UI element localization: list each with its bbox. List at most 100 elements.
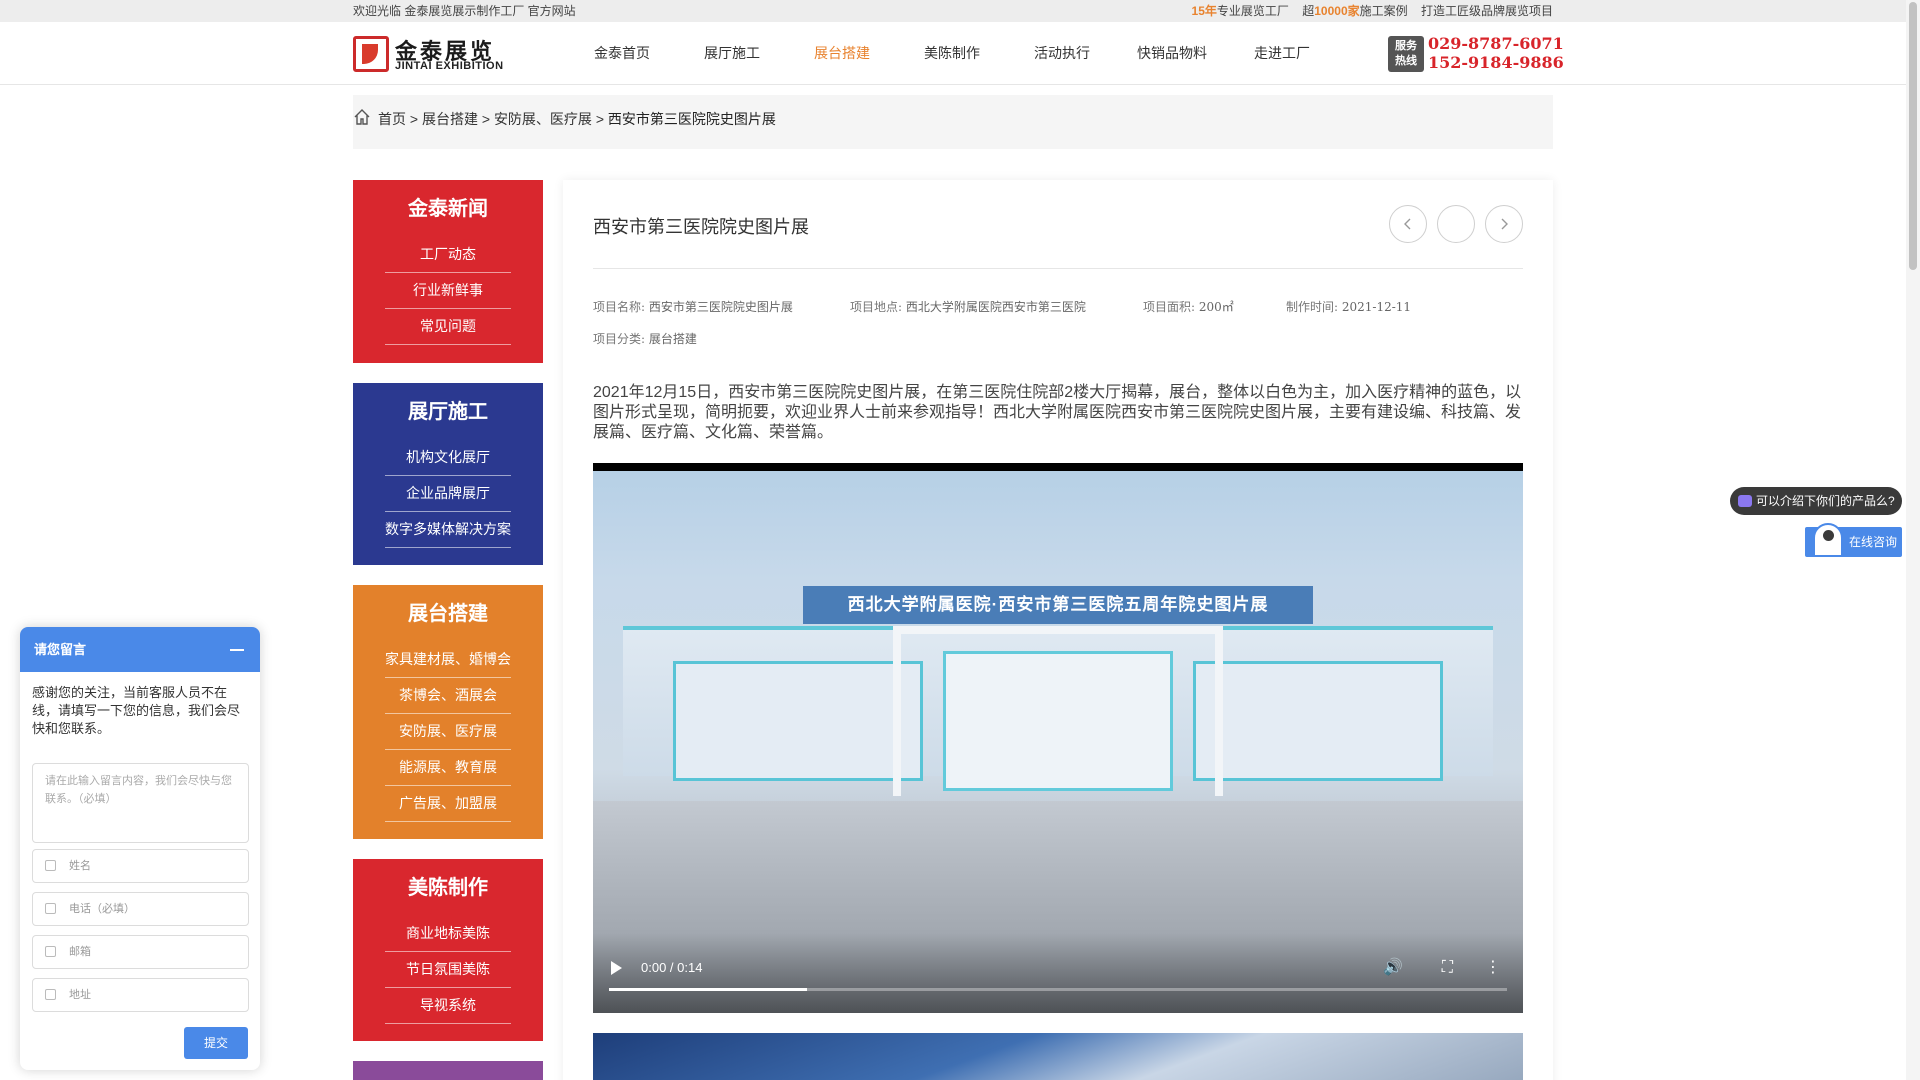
back-to-list-button[interactable] — [1437, 205, 1475, 243]
logo-mark-icon — [353, 36, 389, 72]
sidebar-item-ad-franchise[interactable]: 广告展、加盟展 — [385, 786, 511, 822]
sidebar-item-tea-wine-expo[interactable]: 茶博会、酒展会 — [385, 678, 511, 714]
submit-button[interactable]: 提交 — [184, 1027, 248, 1059]
nav-item-showroom[interactable]: 展厅施工 — [704, 22, 760, 85]
nav-item-events[interactable]: 活动执行 — [1034, 22, 1090, 85]
meta-value: 西安市第三医院院史图片展 — [648, 300, 793, 314]
widget-notice: 感谢您的关注，当前客服人员不在线，请填写一下您的信息，我们会尽快和您联系。 — [32, 685, 241, 736]
sidebar-box-showroom: 展厅施工 机构文化展厅 企业品牌展厅 数字多媒体解决方案 — [353, 383, 543, 565]
video-progress-track[interactable] — [609, 988, 1507, 991]
scrollbar-thumb[interactable] — [1909, 2, 1917, 270]
home-icon — [354, 109, 370, 125]
sidebar-item-signage[interactable]: 导视系统 — [385, 988, 511, 1024]
meta-label: 项目面积: — [1143, 300, 1196, 314]
video-player[interactable]: 西北大学附属医院·西安市第三医院五周年院史图片展 0:00 / 0:14 🔊 ⛶… — [593, 463, 1523, 1013]
article-description: 2021年12月15日，西安市第三医院院史图片展，在第三医院住院部2楼大厅揭幕，… — [593, 384, 1522, 441]
quick-question-text: 可以介绍下你们的产品么? — [1756, 494, 1895, 508]
widget-header: 请您留言 — [20, 627, 260, 672]
breadcrumb-separator: > — [595, 111, 605, 127]
site-logo[interactable]: 金泰展览 JINTAI EXHIBITION — [353, 34, 523, 74]
sidebar-item-digital-media[interactable]: 数字多媒体解决方案 — [385, 512, 511, 548]
address-field[interactable]: 地址 — [32, 978, 249, 1012]
meta-value: 西北大学附属医院西安市第三医院 — [905, 300, 1086, 314]
hotline-phone-1[interactable]: 029-8787-6071 — [1428, 34, 1564, 53]
meta-label: 项目地点: — [850, 300, 903, 314]
play-icon[interactable] — [611, 961, 622, 975]
site-header: 金泰展览 JINTAI EXHIBITION 金泰首页 展厅施工 展台搭建 美陈… — [0, 22, 1920, 85]
breadcrumb-home[interactable]: 首页 — [378, 111, 406, 127]
fullscreen-icon[interactable]: ⛶ — [1442, 959, 1453, 977]
sidebar-item-energy-education[interactable]: 能源展、教育展 — [385, 750, 511, 786]
video-controls: 0:00 / 0:14 🔊 ⛶ ⋮ — [593, 933, 1523, 1013]
next-article-button[interactable] — [1485, 205, 1523, 243]
email-placeholder: 邮箱 — [69, 946, 91, 958]
breadcrumb-separator: > — [409, 111, 419, 127]
meta-project-date: 制作时间: 2021-12-11 — [1286, 298, 1411, 315]
meta-project-place: 项目地点: 西北大学附属医院西安市第三医院 — [850, 298, 1086, 315]
phone-icon — [45, 903, 56, 914]
stat-cases-prefix: 超 — [1302, 4, 1315, 18]
hotline-badge-top: 服务 — [1395, 40, 1417, 52]
prev-article-button[interactable] — [1389, 205, 1427, 243]
nav-item-factory[interactable]: 走进工厂 — [1254, 22, 1310, 85]
meta-label: 制作时间: — [1286, 300, 1339, 314]
sidebar-item-culture-hall[interactable]: 机构文化展厅 — [385, 440, 511, 476]
article-title: 西安市第三医院院史图片展 — [593, 217, 809, 237]
sidebar-box-booth: 展台搭建 家具建材展、婚博会 茶博会、酒展会 安防展、医疗展 能源展、教育展 广… — [353, 585, 543, 839]
nav-item-home[interactable]: 金泰首页 — [594, 22, 650, 85]
sidebar-title-decoration[interactable]: 美陈制作 — [353, 859, 543, 916]
video-frame: 西北大学附属医院·西安市第三医院五周年院史图片展 — [593, 471, 1523, 1013]
article-panel: 西安市第三医院院史图片展 项目名称: 西安市第三医院院史图片展 项目地点: 西北… — [563, 180, 1553, 1080]
quick-question-bubble[interactable]: 可以介绍下你们的产品么? — [1730, 487, 1902, 515]
sidebar-item-furniture-expo[interactable]: 家具建材展、婚博会 — [385, 642, 511, 678]
breadcrumb-current: 西安市第三医院院史图片展 — [607, 111, 776, 127]
name-field[interactable]: 姓名 — [32, 849, 249, 883]
phone-field[interactable]: 电话（必填） — [32, 892, 249, 926]
stat-slogan: 打造工匠级品牌展览项目 — [1420, 4, 1553, 18]
nav-item-decoration[interactable]: 美陈制作 — [924, 22, 980, 85]
page-scrollbar[interactable] — [1906, 0, 1920, 1080]
nav-item-booth[interactable]: 展台搭建 — [814, 22, 870, 85]
sidebar-title-showroom[interactable]: 展厅施工 — [353, 383, 543, 440]
breadcrumb-level1[interactable]: 展台搭建 — [422, 111, 478, 127]
online-consult-button[interactable]: 在线咨询 — [1805, 523, 1902, 557]
sidebar-title-booth[interactable]: 展台搭建 — [353, 585, 543, 642]
sidebar-box-decoration: 美陈制作 商业地标美陈 节日氛围美陈 导视系统 — [353, 859, 543, 1041]
agent-avatar — [1813, 523, 1843, 557]
minimize-icon[interactable] — [230, 649, 244, 651]
email-field[interactable]: 邮箱 — [32, 935, 249, 969]
sidebar-item-industry-news[interactable]: 行业新鲜事 — [385, 273, 511, 309]
chevron-right-icon — [1501, 218, 1508, 230]
more-options-icon[interactable]: ⋮ — [1485, 957, 1501, 977]
sidebar-item-security-medical[interactable]: 安防展、医疗展 — [385, 714, 511, 750]
meta-value: 展台搭建 — [648, 332, 697, 346]
sidebar-item-faq[interactable]: 常见问题 — [385, 309, 511, 345]
meta-project-category: 项目分类: 展台搭建 — [593, 330, 697, 347]
chevron-left-icon — [1404, 218, 1411, 230]
stat-years: 15年 — [1191, 4, 1217, 18]
meta-value: 2021-12-11 — [1341, 300, 1412, 314]
scene-wall-left — [673, 661, 923, 781]
sidebar-item-factory-news[interactable]: 工厂动态 — [385, 237, 511, 273]
hotline-badge-bottom: 热线 — [1395, 55, 1417, 67]
leave-message-widget: 请您留言 感谢您的关注，当前客服人员不在线，请填写一下您的信息，我们会尽快和您联… — [20, 627, 260, 1070]
sidebar-box-news: 金泰新闻 工厂动态 行业新鲜事 常见问题 — [353, 180, 543, 363]
nav-item-fmcg[interactable]: 快销品物料 — [1137, 22, 1207, 85]
sidebar-item-brand-hall[interactable]: 企业品牌展厅 — [385, 476, 511, 512]
meta-label: 项目名称: — [593, 300, 646, 314]
stat-cases: 10000家 — [1314, 4, 1360, 18]
name-placeholder: 姓名 — [69, 860, 91, 872]
top-bar: 欢迎光临 金泰展览展示制作工厂 官方网站 15年专业展览工厂 超10000家施工… — [0, 0, 1920, 22]
message-textarea[interactable]: 请在此输入留言内容，我们会尽快与您联系。（必填） — [32, 763, 249, 843]
video-time: 0:00 / 0:14 — [641, 960, 703, 975]
hotline-phone-2[interactable]: 152-9184-9886 — [1428, 53, 1564, 72]
sidebar-item-landmark[interactable]: 商业地标美陈 — [385, 916, 511, 952]
sidebar-title-news[interactable]: 金泰新闻 — [353, 180, 543, 237]
breadcrumb: 首页 > 展台搭建 > 安防展、医疗展 > 西安市第三医院院史图片展 — [353, 95, 1553, 149]
phone-placeholder: 电话（必填） — [69, 903, 135, 915]
sidebar-item-festival[interactable]: 节日氛围美陈 — [385, 952, 511, 988]
volume-icon[interactable]: 🔊 — [1383, 957, 1403, 977]
article-photo — [593, 1033, 1523, 1080]
stat-years-text: 专业展览工厂 — [1216, 4, 1289, 18]
breadcrumb-level2[interactable]: 安防展、医疗展 — [494, 111, 592, 127]
